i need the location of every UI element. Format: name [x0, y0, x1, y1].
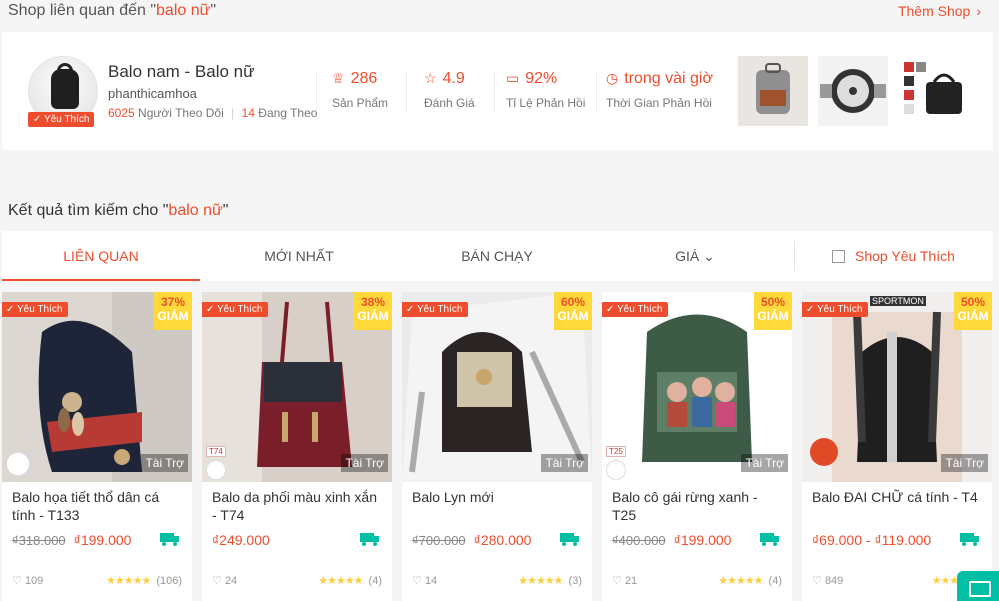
- more-shops-link[interactable]: Thêm Shop ›: [898, 3, 981, 19]
- product-grid: ✓ Yêu Thích 37% GIẢM Tài Trợ Balo họa tiế…: [2, 292, 993, 601]
- sponsored-label: Tài Trợ: [341, 454, 388, 472]
- shop-logo: [206, 460, 226, 480]
- product-price: ₫69.000 - ₫119.000: [812, 532, 932, 548]
- preferred-badge: ✓ Yêu Thích: [602, 302, 669, 317]
- tab-newest[interactable]: MỚI NHẤT: [200, 231, 398, 281]
- preferred-badge: ✓ Yêu Thích: [28, 112, 95, 127]
- tab-relevance[interactable]: LIÊN QUAN: [2, 231, 200, 281]
- chat-bubble-icon: ▭: [506, 70, 520, 86]
- shop-section-title: Shop liên quan đến "balo nữ": [8, 2, 216, 20]
- product-rating: ★★★★★ (4): [718, 575, 782, 587]
- product-price: ₫700.000 ₫280.000: [412, 532, 532, 548]
- preferred-badge: ✓ Yêu Thích: [2, 302, 69, 317]
- discount-badge: 60% GIẢM: [554, 292, 592, 330]
- likes-count[interactable]: ♡ 849: [812, 574, 843, 587]
- product-price: ₫249.000: [212, 532, 270, 548]
- heart-icon[interactable]: ♡: [812, 575, 822, 587]
- shop-logo: [6, 452, 30, 476]
- followers-count: 6025: [108, 106, 135, 120]
- product-price: ₫318.000 ₫199.000: [12, 532, 132, 548]
- product-tag: T25: [606, 446, 626, 457]
- free-shipping-icon: [960, 533, 979, 546]
- product-rating: ★★★★★ (106): [106, 575, 182, 587]
- preferred-badge: ✓ Yêu Thích: [202, 302, 269, 317]
- checkbox[interactable]: [832, 250, 845, 263]
- chevron-down-icon: ⌄: [703, 248, 715, 264]
- followers-label: Người Theo Dõi: [138, 106, 224, 120]
- likes-count[interactable]: ♡ 21: [612, 574, 637, 587]
- stat-response-rate: ▭ 92% Tỉ Lệ Phản Hồi: [506, 70, 586, 110]
- preferred-shop-filter[interactable]: Shop Yêu Thích: [832, 231, 955, 281]
- star-rating-icon: ★★★★★: [518, 575, 563, 587]
- sort-bar: LIÊN QUAN MỚI NHẤT BÁN CHẠY GIÁ ⌄ Shop Y…: [2, 231, 993, 281]
- shop-title-suffix: ": [210, 2, 217, 19]
- product-rating: ★★★★★ (3): [518, 575, 582, 587]
- clock-icon: ◷: [606, 70, 619, 86]
- stat-rating: ☆ 4.9 Đánh Giá: [424, 70, 475, 110]
- heart-icon[interactable]: ♡: [612, 575, 622, 587]
- tab-price[interactable]: GIÁ ⌄: [596, 231, 794, 281]
- shop-name[interactable]: Balo nam - Balo nữ: [108, 62, 255, 82]
- tab-best-selling[interactable]: BÁN CHẠY: [398, 231, 596, 281]
- shop-thumb-3[interactable]: [898, 56, 968, 126]
- discount-badge: 38% GIẢM: [354, 292, 392, 330]
- likes-count[interactable]: ♡ 14: [412, 574, 437, 587]
- stat-products: ♕ 286 Sản Phẩm: [332, 70, 389, 110]
- likes-count[interactable]: ♡ 109: [12, 574, 43, 587]
- star-outline-icon: ☆: [424, 70, 437, 86]
- star-rating-icon: ★★★★★: [718, 575, 763, 587]
- hat-icon: ♕: [332, 70, 345, 86]
- shop-logo: [606, 460, 626, 480]
- product-name[interactable]: Balo ĐAI CHỮ cá tính - T4: [812, 488, 984, 506]
- discount-badge: 50% GIẢM: [954, 292, 992, 330]
- product-name[interactable]: Balo cô gái rừng xanh - T25: [612, 488, 784, 524]
- product-card[interactable]: ✓ Yêu Thích 37% GIẢM Tài Trợ Balo họa tiế…: [2, 292, 192, 601]
- product-name[interactable]: Balo da phối màu xinh xắn - T74: [212, 488, 384, 524]
- heart-icon[interactable]: ♡: [12, 575, 22, 587]
- stat-response-time: ◷ trong vài giờ Thời Gian Phản Hồi: [606, 70, 713, 110]
- shop-follow-stats: 6025 Người Theo Dõi | 14 Đang Theo: [108, 106, 318, 120]
- product-rating: ★★★★★ (4): [318, 575, 382, 587]
- chevron-right-icon: ›: [976, 3, 981, 19]
- free-shipping-icon: [760, 533, 779, 546]
- sponsored-label: Tài Trợ: [941, 454, 988, 472]
- star-rating-icon: ★★★★★: [106, 575, 151, 587]
- brand-logo: SPORTMON: [870, 296, 926, 306]
- product-card[interactable]: ✓ Yêu Thích 38% GIẢM T74 Tài Trợ Balo da …: [202, 292, 392, 601]
- product-price: ₫400.000 ₫199.000: [612, 532, 732, 548]
- results-title: Kết quả tìm kiếm cho "balo nữ": [8, 202, 229, 219]
- shop-thumb-2[interactable]: [818, 56, 888, 126]
- heart-icon[interactable]: ♡: [212, 575, 222, 587]
- shop-thumb-1[interactable]: [738, 56, 808, 126]
- sponsored-label: Tài Trợ: [541, 454, 588, 472]
- free-shipping-icon: [360, 533, 379, 546]
- star-rating-icon: ★★★★★: [318, 575, 363, 587]
- heart-icon[interactable]: ♡: [412, 575, 422, 587]
- sponsored-label: Tài Trợ: [141, 454, 188, 472]
- following-label: Đang Theo: [258, 106, 318, 120]
- product-card[interactable]: ✓ Yêu Thích 60% GIẢM Tài Trợ Balo Lyn mới…: [402, 292, 592, 601]
- product-card[interactable]: ✓ Yêu Thích 50% GIẢM T25 Tài Trợ Balo cô …: [602, 292, 792, 601]
- shop-handle: phanthicamhoa: [108, 86, 197, 101]
- discount-badge: 37% GIẢM: [154, 292, 192, 330]
- product-card[interactable]: ✓ Yêu Thích 50% GIẢM SPORTMON Tài Trợ Bal…: [802, 292, 992, 601]
- free-shipping-icon: [560, 533, 579, 546]
- more-shops-label: Thêm Shop: [897, 3, 971, 19]
- chat-icon: [969, 581, 991, 597]
- discount-badge: 50% GIẢM: [754, 292, 792, 330]
- product-name[interactable]: Balo Lyn mới: [412, 488, 584, 506]
- shop-title-prefix: Shop liên quan đến ": [8, 2, 157, 19]
- product-name[interactable]: Balo họa tiết thổ dân cá tính - T133: [12, 488, 184, 524]
- product-tag: T74: [206, 446, 226, 457]
- sponsored-label: Tài Trợ: [741, 454, 788, 472]
- preferred-badge: ✓ Yêu Thích: [402, 302, 469, 317]
- shop-card[interactable]: ✓ Yêu Thích Balo nam - Balo nữ phanthica…: [2, 32, 993, 150]
- free-shipping-icon: [160, 533, 179, 546]
- likes-count[interactable]: ♡ 24: [212, 574, 237, 587]
- following-count: 14: [241, 106, 255, 120]
- shop-title-keyword: balo nữ: [156, 2, 211, 19]
- shop-section-header: Shop liên quan đến "balo nữ" Thêm Shop ›: [0, 0, 999, 28]
- chat-button[interactable]: [957, 571, 999, 601]
- preferred-badge: ✓ Yêu Thích: [802, 302, 869, 317]
